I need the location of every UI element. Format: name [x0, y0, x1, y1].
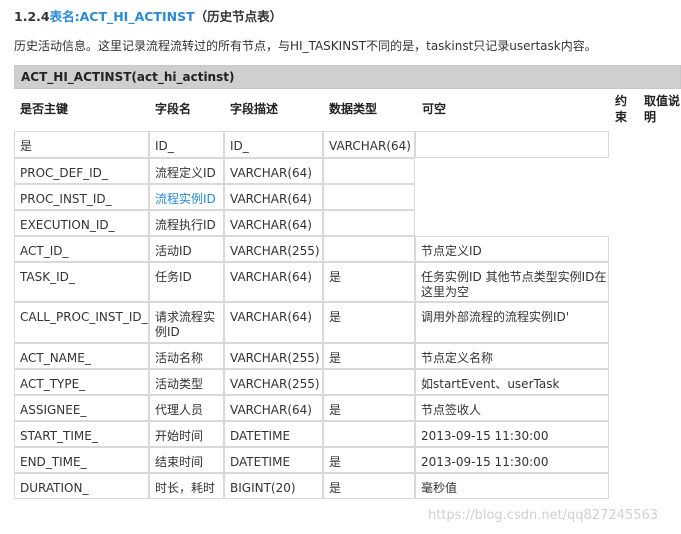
table-cell: 2013-09-15 11:30:00: [415, 447, 609, 473]
table-cell: CALL_PROC_INST_ID_: [14, 302, 149, 343]
table-title: ACT_HI_ACTINST(act_hi_actinst): [14, 65, 681, 89]
table-cell: 开始时间: [149, 421, 224, 447]
table-cell: 流程定义ID: [149, 158, 224, 184]
table-cell: 2013-09-15 11:30:00: [415, 421, 609, 447]
table-cell: ACT_ID_: [14, 236, 149, 262]
table-cell: [323, 158, 415, 184]
header-desc: 字段描述: [230, 102, 279, 116]
table-cell: 时长，耗时: [149, 473, 224, 499]
table-cell: 活动类型: [149, 369, 224, 395]
table-cell: EXECUTION_ID_: [14, 210, 149, 236]
table-cell: 任务实例ID 其他节点类型实例ID在这里为空: [415, 262, 609, 302]
table-cell: 是: [323, 447, 415, 473]
header-constraint: 约束: [615, 94, 628, 124]
table-cell: TASK_ID_: [14, 262, 149, 302]
table-cell: [323, 369, 415, 395]
table-cell: 是: [323, 262, 415, 302]
table-header-row: 是否主键 字段名 字段描述 数据类型 可空 约束 取值说明: [14, 89, 681, 131]
table-cell: VARCHAR(255): [224, 236, 323, 262]
table-cell: [323, 236, 415, 262]
section-number: 1.2.4: [14, 9, 50, 24]
table-cell: ACT_TYPE_: [14, 369, 149, 395]
table-cell: VARCHAR(64): [224, 184, 323, 210]
table-cell: ACT_NAME_: [14, 343, 149, 369]
table-cell: 流程执行ID: [149, 210, 224, 236]
table-cell: 是: [323, 395, 415, 421]
watermark: https://blog.csdn.net/qq827245563: [428, 508, 659, 523]
table-cell: BIGINT(20): [224, 473, 323, 499]
table-cell: 调用外部流程的流程实例ID': [415, 302, 609, 343]
table-cell: VARCHAR(64): [224, 158, 323, 184]
table-cell: PROC_INST_ID_: [14, 184, 149, 210]
table-cell: 任务ID: [149, 262, 224, 302]
table-cell: 节点定义ID: [415, 236, 609, 262]
table-cell: 节点签收人: [415, 395, 609, 421]
table-cell: ID_: [224, 131, 323, 158]
table-cell: 是: [323, 302, 415, 343]
table-cell: END_TIME_: [14, 447, 149, 473]
table-cell: 活动名称: [149, 343, 224, 369]
header-values: 取值说明: [644, 94, 681, 124]
table-cell: VARCHAR(64): [224, 395, 323, 421]
header-pk: 是否主键: [20, 102, 69, 116]
section-heading: 1.2.4表名:ACT_HI_ACTINST（历史节点表）: [14, 6, 282, 25]
table-cell: VARCHAR(255): [224, 369, 323, 395]
table-cell: [323, 421, 415, 447]
table-cell: START_TIME_: [14, 421, 149, 447]
table-cell: DURATION_: [14, 473, 149, 499]
table-cell: 是: [323, 473, 415, 499]
table-cell: ASSIGNEE_: [14, 395, 149, 421]
table-cell: VARCHAR(64): [224, 210, 323, 236]
table-cell: [415, 131, 609, 158]
header-type: 数据类型: [329, 102, 378, 116]
table-cell: PROC_DEF_ID_: [14, 158, 149, 184]
table-cell: [323, 210, 415, 236]
table-cell: 结束时间: [149, 447, 224, 473]
table-cell: VARCHAR(64): [224, 262, 323, 302]
table-cell: VARCHAR(64): [323, 131, 415, 158]
table-cell: 请求流程实例ID: [149, 302, 224, 343]
table-cell: 毫秒值: [415, 473, 609, 499]
header-field: 字段名: [155, 102, 192, 116]
intro-text: 历史活动信息。这里记录流程流转过的所有节点，与HI_TASKINST不同的是，t…: [14, 39, 597, 53]
table-cell: ID_: [149, 131, 224, 158]
table-name-link[interactable]: 表名:ACT_HI_ACTINST: [50, 9, 195, 24]
table-cell: 是: [323, 343, 415, 369]
table-cell[interactable]: 流程实例ID: [149, 184, 224, 210]
table-cell: VARCHAR(255): [224, 343, 323, 369]
table-cell: 代理人员: [149, 395, 224, 421]
table-cell: DATETIME: [224, 447, 323, 473]
table-cell: 活动ID: [149, 236, 224, 262]
table-cell: VARCHAR(64): [224, 302, 323, 343]
table-cell: [323, 184, 415, 210]
section-subtitle: （历史节点表）: [194, 9, 283, 24]
table-cell: DATETIME: [224, 421, 323, 447]
table-cell: 节点定义名称: [415, 343, 609, 369]
table-cell: 是: [14, 131, 149, 158]
header-nullable: 可空: [422, 102, 447, 116]
table-cell: 如startEvent、userTask: [415, 369, 609, 395]
